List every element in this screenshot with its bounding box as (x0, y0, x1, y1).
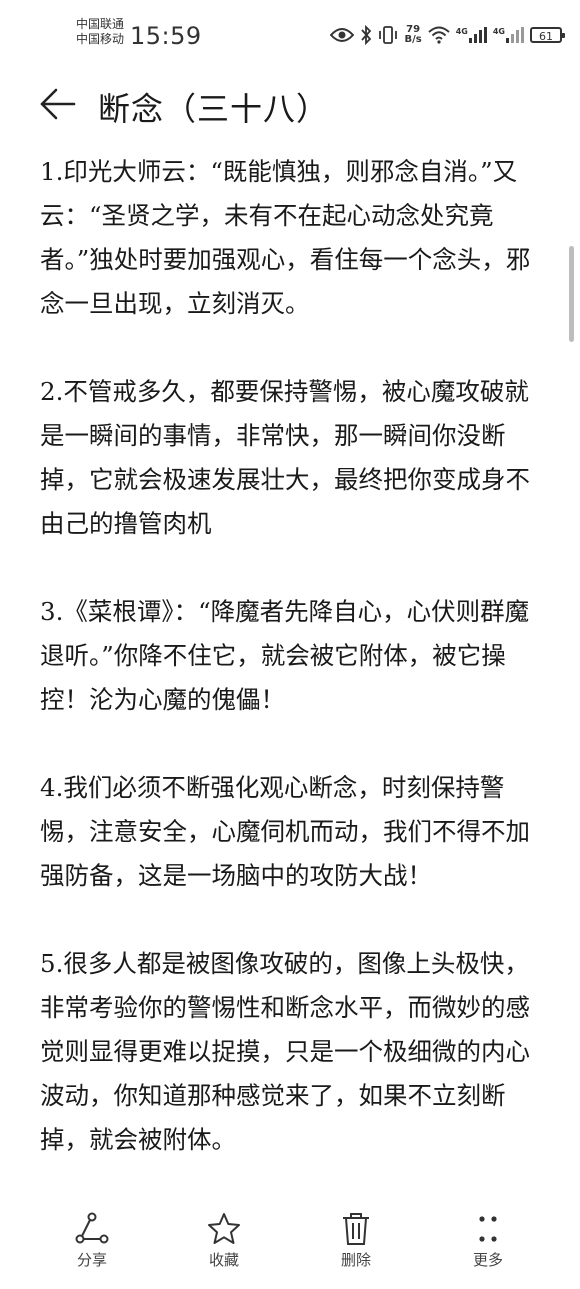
network-speed: 79 B/s (404, 25, 421, 45)
more-dots-icon (479, 1216, 497, 1242)
bottom-toolbar: 分享 收藏 删除 更多 (0, 1205, 580, 1289)
paragraph-4: 4.我们必须不断强化观心断念，时刻保持警惕，注意安全，心魔伺机而动，我们不得不加… (40, 773, 530, 890)
status-bar: 中国联通 中国移动 15:59 79 B/s 4G 4G 61 (0, 0, 580, 62)
carrier-info: 中国联通 中国移动 (76, 17, 124, 47)
signal-1: 4G (456, 27, 487, 43)
arrow-left-icon (40, 88, 76, 120)
delete-button[interactable]: 删除 (316, 1205, 396, 1275)
battery-indicator: 61 (530, 27, 565, 43)
more-button[interactable]: 更多 (448, 1205, 528, 1275)
paragraph-3: 3.《菜根谭》：“降魔者先降自心，心伏则群魔退听。”你降不住它，就会被它附体，被… (40, 597, 530, 714)
paragraph-1: 1.印光大师云：“既能慎独，则邪念自消。”又云：“圣贤之学，未有不在起心动念处究… (40, 157, 531, 318)
carrier-1: 中国联通 (76, 17, 125, 31)
share-label: 分享 (76, 1251, 107, 1269)
vibrate-icon (379, 26, 398, 44)
back-button[interactable] (38, 86, 78, 122)
signal-bars-icon (506, 27, 524, 43)
status-time: 15:59 (130, 22, 202, 50)
paragraph-2: 2.不管戒多久，都要保持警惕，被心魔攻破就是一瞬间的事情，非常快，那一瞬间你没断… (40, 377, 530, 538)
share-button[interactable]: 分享 (52, 1205, 132, 1275)
wifi-icon (428, 26, 450, 44)
speed-unit: B/s (404, 34, 422, 45)
signal-bars-icon (468, 27, 487, 43)
page-title: 断念（三十八） (98, 90, 330, 128)
net-type-1: 4G (455, 27, 468, 36)
favorite-button[interactable]: 收藏 (184, 1205, 264, 1275)
more-label: 更多 (472, 1251, 503, 1269)
net-type-2: 4G (492, 27, 505, 36)
bluetooth-icon (361, 25, 372, 45)
paragraph-5: 5.很多人都是被图像攻破的，图像上头极快，非常考验你的警惕性和断念水平，而微妙的… (40, 949, 530, 1154)
delete-label: 删除 (340, 1251, 371, 1269)
status-icons: 79 B/s 4G 4G 61 (330, 22, 565, 48)
favorite-label: 收藏 (208, 1251, 239, 1269)
share-icon (75, 1212, 109, 1244)
carrier-2: 中国移动 (76, 32, 125, 46)
signal-2: 4G (493, 27, 524, 43)
eye-icon (330, 28, 355, 42)
scrollbar[interactable] (569, 246, 574, 342)
trash-icon (343, 1213, 369, 1245)
note-content[interactable]: 1.印光大师云：“既能慎独，则邪念自消。”又云：“圣贤之学，未有不在起心动念处究… (40, 150, 540, 1206)
page-header: 断念（三十八） (0, 72, 580, 136)
star-icon (208, 1213, 240, 1244)
